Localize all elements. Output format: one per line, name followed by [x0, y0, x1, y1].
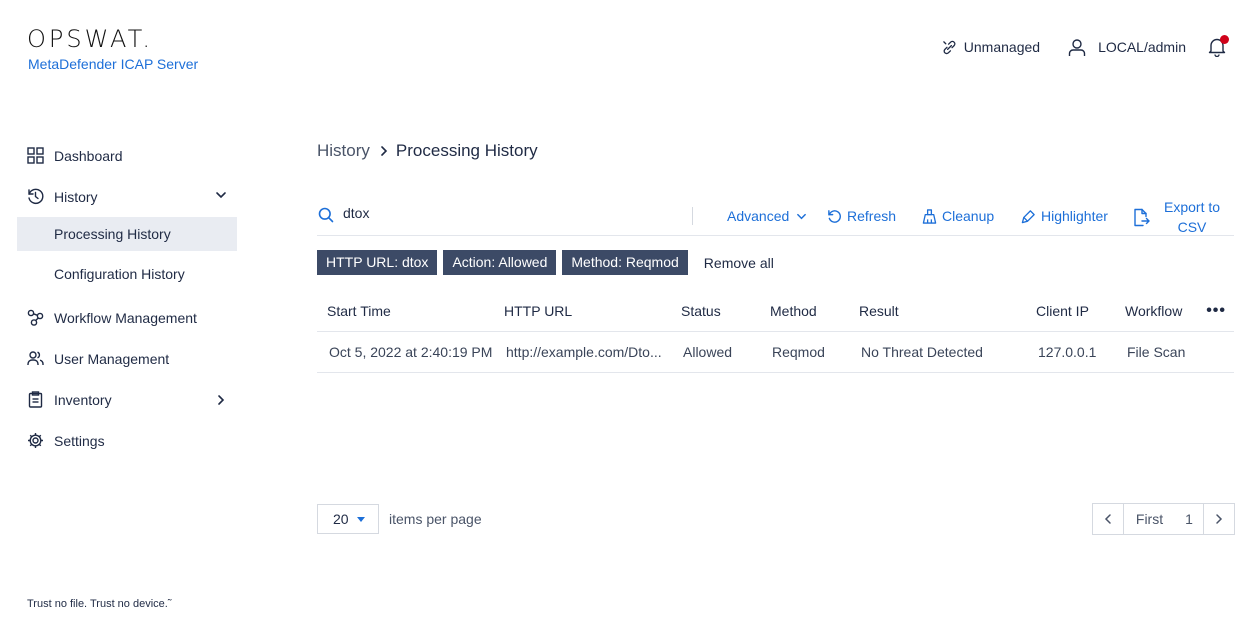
clipboard-icon: [26, 391, 44, 409]
cell-http-url: http://example.com/Dto...: [506, 344, 662, 360]
breadcrumb-root[interactable]: History: [317, 141, 370, 161]
notification-dot: [1220, 35, 1229, 44]
filter-chip-http-url[interactable]: HTTP URL: dtox: [317, 250, 438, 275]
chevron-down-icon: [216, 192, 226, 199]
broom-icon: [922, 208, 937, 224]
dashboard-grid-icon: [26, 147, 44, 165]
sidebar-item-history[interactable]: History: [17, 176, 237, 217]
sidebar-item-label: Dashboard: [54, 147, 123, 164]
file-export-icon: [1134, 208, 1150, 226]
sidebar-item-label: User Management: [54, 350, 170, 367]
page-number-button[interactable]: 1: [1175, 504, 1203, 534]
sidebar-item-inventory[interactable]: Inventory: [17, 379, 237, 420]
column-header-client-ip[interactable]: Client IP: [1036, 303, 1089, 319]
product-name: MetaDefender ICAP Server: [28, 56, 199, 72]
column-header-method[interactable]: Method: [770, 303, 817, 319]
export-label-line1: Export to: [1164, 199, 1221, 215]
remove-all-filters-button[interactable]: Remove all: [704, 255, 774, 271]
search-toolbar: Advanced Refresh Cleanup Highlighter Exp…: [317, 196, 1234, 236]
sidebar-item-label: Workflow Management: [54, 309, 197, 326]
cell-workflow: File Scan: [1127, 344, 1186, 360]
sidebar-nav: Dashboard History Processing History Con…: [17, 135, 237, 461]
table-row[interactable]: Oct 5, 2022 at 2:40:19 PM http://example…: [317, 332, 1234, 373]
export-csv-button[interactable]: Export to CSV: [1133, 197, 1220, 237]
unlink-icon: [943, 40, 956, 54]
user-icon: [1068, 38, 1086, 56]
column-header-result[interactable]: Result: [859, 303, 899, 319]
user-label: LOCAL/admin: [1098, 39, 1186, 55]
cell-status: Allowed: [683, 344, 733, 360]
export-label: Export to CSV: [1164, 197, 1220, 237]
filter-chip-action[interactable]: Action: Allowed: [443, 250, 557, 275]
more-options-icon[interactable]: •••: [1206, 302, 1226, 320]
caret-down-icon: [357, 517, 365, 522]
refresh-button[interactable]: Refresh: [827, 208, 896, 224]
breadcrumb: History Processing History: [317, 141, 538, 161]
footer-tagline: Trust no file. Trust no device.˜: [27, 598, 172, 610]
advanced-label: Advanced: [727, 208, 790, 224]
cell-method: Reqmod: [772, 344, 825, 360]
page-size-select[interactable]: 20: [317, 504, 379, 534]
cleanup-button[interactable]: Cleanup: [922, 208, 994, 224]
cleanup-label: Cleanup: [942, 208, 995, 224]
refresh-icon: [828, 209, 841, 223]
users-icon: [26, 350, 44, 368]
workflow-icon: [26, 309, 44, 327]
gear-icon: [26, 432, 44, 450]
chevron-right-icon: [218, 395, 225, 405]
filter-chip-method[interactable]: Method: Reqmod: [562, 250, 688, 275]
sidebar-item-label: History: [54, 188, 98, 205]
highlighter-button[interactable]: Highlighter: [1021, 208, 1108, 224]
sidebar-subitem-configuration-history[interactable]: Configuration History: [17, 259, 237, 289]
search-input[interactable]: [343, 205, 643, 221]
sidebar-item-user-management[interactable]: User Management: [17, 338, 237, 379]
sidebar-item-dashboard[interactable]: Dashboard: [17, 135, 237, 176]
history-table: Start Time HTTP URL Status Method Result…: [317, 290, 1234, 373]
pagination: First 1: [1092, 503, 1235, 535]
active-filters: HTTP URL: dtox Action: Allowed Method: R…: [317, 250, 774, 275]
refresh-label: Refresh: [847, 208, 897, 224]
cell-client-ip: 127.0.0.1: [1038, 344, 1097, 360]
sidebar-item-workflow-management[interactable]: Workflow Management: [17, 297, 237, 338]
page-size-value: 20: [333, 511, 349, 527]
cell-result: No Threat Detected: [861, 344, 983, 360]
history-icon: [26, 188, 44, 206]
highlighter-label: Highlighter: [1041, 208, 1108, 224]
prev-page-button[interactable]: [1093, 504, 1124, 534]
column-header-workflow[interactable]: Workflow: [1125, 303, 1182, 319]
sidebar-subitem-label: Processing History: [54, 226, 171, 242]
top-bar: Unmanaged LOCAL/admin: [942, 35, 1229, 58]
sidebar-item-label: Inventory: [54, 391, 112, 408]
page-title: Processing History: [395, 141, 538, 160]
unmanaged-label: Unmanaged: [963, 39, 1041, 55]
search-icon: [318, 207, 334, 223]
advanced-button[interactable]: Advanced: [727, 208, 807, 224]
sidebar-subitem-processing-history[interactable]: Processing History: [17, 217, 237, 251]
first-page-button[interactable]: First: [1124, 504, 1175, 534]
chevron-down-icon: [797, 213, 807, 219]
opswat-logo: OPSWAT.: [27, 25, 154, 53]
column-header-status[interactable]: Status: [681, 303, 721, 319]
chevron-right-icon: [1216, 514, 1223, 524]
notifications-button[interactable]: [1208, 35, 1229, 57]
chevron-right-icon: [379, 145, 389, 157]
export-label-line2: CSV: [1177, 219, 1207, 235]
column-header-http-url[interactable]: HTTP URL: [504, 303, 572, 319]
sidebar-item-label: Settings: [54, 432, 105, 449]
cell-start-time: Oct 5, 2022 at 2:40:19 PM: [329, 344, 493, 360]
user-menu[interactable]: LOCAL/admin: [1068, 38, 1186, 57]
unmanaged-status[interactable]: Unmanaged: [942, 39, 1040, 55]
next-page-button[interactable]: [1203, 504, 1234, 534]
chevron-left-icon: [1104, 514, 1111, 524]
table-header: Start Time HTTP URL Status Method Result…: [317, 290, 1234, 332]
sidebar-subitem-label: Configuration History: [54, 266, 185, 282]
highlighter-icon: [1021, 209, 1035, 223]
items-per-page-label: items per page: [389, 511, 482, 527]
sidebar-item-settings[interactable]: Settings: [17, 420, 237, 461]
column-header-start-time[interactable]: Start Time: [327, 303, 391, 319]
toolbar-divider: [692, 207, 693, 225]
